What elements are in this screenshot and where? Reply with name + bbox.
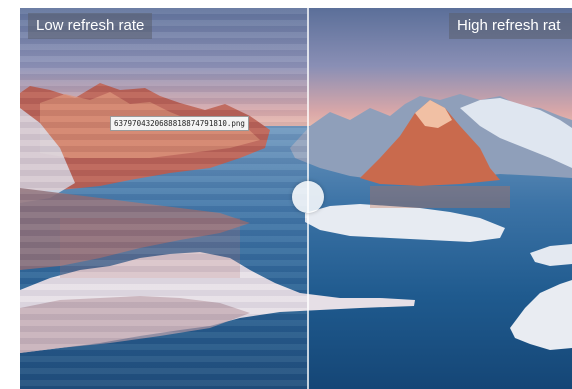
right-island-foreground — [510, 280, 572, 350]
left-spit-shadow — [20, 296, 250, 353]
left-reflection — [60, 218, 240, 278]
low-refresh-rate-label: Low refresh rate — [28, 13, 153, 39]
slider-handle[interactable] — [292, 181, 324, 213]
high-refresh-rate-label: High refresh rat — [449, 13, 572, 39]
right-island-small — [530, 244, 572, 266]
comparison-image: Low refresh rate High refresh rat 637970… — [20, 8, 572, 389]
comparison-stage: Low refresh rate High refresh rat 637970… — [0, 0, 572, 389]
right-reflection — [370, 186, 510, 208]
filename-tooltip: 6379704320688818874791810.png — [110, 116, 249, 131]
right-island-middle — [305, 204, 505, 242]
